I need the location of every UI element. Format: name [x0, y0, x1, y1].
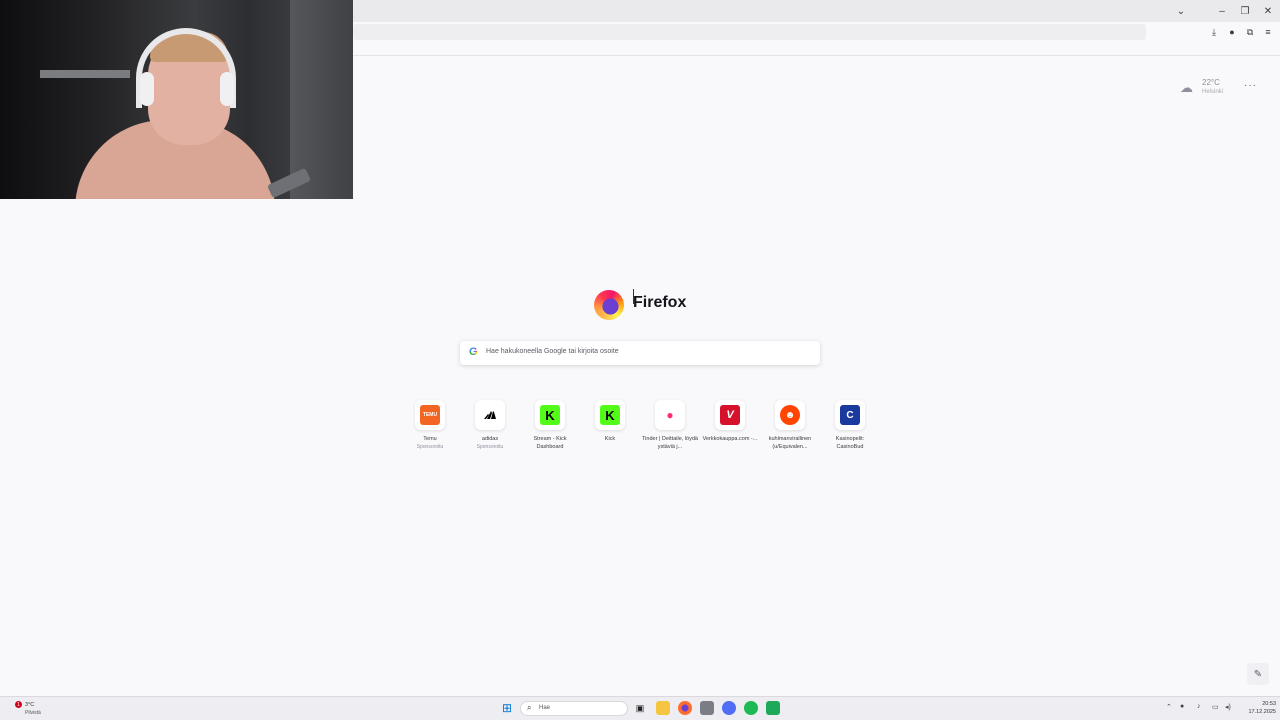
top-site-tile: C — [835, 400, 865, 430]
top-site-tile: K — [535, 400, 565, 430]
firefox-globe-icon — [594, 290, 624, 320]
volume-icon[interactable]: ◂) — [1225, 703, 1231, 711]
taskbar-weather-temp: 3°C — [25, 702, 35, 708]
messenger-icon[interactable] — [722, 701, 736, 715]
downloads-icon[interactable]: ⤓ — [1208, 26, 1220, 38]
taskbar-date: 17.12.2025 — [1248, 709, 1276, 715]
search-icon: ⌕ — [527, 703, 532, 712]
url-bar[interactable] — [353, 24, 1146, 40]
top-site-temu[interactable]: TEMU Temu Sponsoroitu — [402, 400, 458, 452]
top-site-kick-dashboard[interactable]: K Stream - Kick Dashboard — [522, 400, 578, 452]
casinobud-icon: C — [840, 405, 860, 425]
top-site-title: Temu — [423, 436, 437, 442]
top-site-kick[interactable]: K Kick — [582, 400, 638, 452]
top-site-tile: ● — [655, 400, 685, 430]
top-site-casinobud[interactable]: C Kasinopelit: CasinoBud — [822, 400, 878, 452]
top-site-title: Stream - Kick Dashboard — [533, 436, 567, 450]
top-site-title: kuhlmanvirallinen (u/Equivalen... — [768, 436, 812, 450]
weather-alert-badge: 1 — [15, 701, 22, 708]
firefox-taskbar-icon[interactable] — [678, 701, 692, 715]
chevron-up-icon[interactable]: ⌃ — [1166, 703, 1172, 711]
tray-app-icon[interactable]: ● — [1180, 703, 1184, 710]
adidas-icon — [480, 405, 500, 425]
text-cursor — [633, 289, 634, 304]
top-site-tinder[interactable]: ● Tinder | Deittaile, löydä ystäviä j... — [642, 400, 698, 452]
more-options-icon[interactable]: ··· — [1244, 80, 1257, 91]
cloud-sun-icon: ☁ — [1180, 80, 1193, 95]
display-icon[interactable]: ▭ — [1212, 703, 1219, 711]
webcam-overlay — [0, 0, 353, 199]
weather-widget[interactable]: ☁ 22°C Helsinki — [1178, 76, 1238, 100]
task-view-icon[interactable]: ▣ — [633, 701, 647, 715]
taskbar-weather[interactable]: 1 3°C Pilvistä — [10, 700, 70, 718]
kick-icon: K — [600, 405, 620, 425]
minimize-button[interactable]: – — [1215, 4, 1229, 18]
taskbar-search-label: Hae — [539, 705, 551, 711]
file-explorer-icon[interactable] — [656, 701, 670, 715]
top-site-tile — [475, 400, 505, 430]
close-window-button[interactable]: ✕ — [1261, 4, 1275, 18]
top-site-sponsored: Sponsoroitu — [476, 444, 504, 450]
top-site-tile: ☻ — [775, 400, 805, 430]
top-site-title: Kasinopelit: CasinoBud — [835, 436, 865, 450]
app-green-icon[interactable] — [766, 701, 780, 715]
taskbar-weather-condition: Pilvistä — [25, 710, 41, 716]
search-box[interactable]: G Hae hakukoneella Google tai kirjoita o… — [460, 341, 820, 365]
top-site-verkkokauppa[interactable]: V Verkkokauppa.com -... — [702, 400, 758, 452]
reddit-icon: ☻ — [780, 405, 800, 425]
top-site-title: Tinder | Deittaile, löydä ystäviä j... — [642, 436, 698, 450]
top-site-tile: K — [595, 400, 625, 430]
top-site-title: Verkkokauppa.com -... — [702, 436, 758, 442]
top-site-tile: V — [715, 400, 745, 430]
kick-icon: K — [540, 405, 560, 425]
top-site-sponsored: Sponsoroitu — [416, 444, 444, 450]
windows-taskbar: 1 3°C Pilvistä ⊞ ⌕ Hae ▣ ⌃ ● ♪ ▭ ◂) 20:5… — [0, 696, 1280, 720]
firefox-logo: Firefox — [592, 288, 692, 322]
verkkokauppa-icon: V — [720, 405, 740, 425]
restore-button[interactable]: ❐ — [1238, 4, 1252, 18]
tab-list-chevron-icon[interactable]: ⌄ — [1174, 4, 1188, 18]
windows-start-icon[interactable]: ⊞ — [500, 701, 514, 715]
google-icon: G — [469, 346, 481, 358]
weather-temperature: 22°C — [1202, 78, 1220, 87]
extensions-icon[interactable]: ⧉ — [1244, 26, 1256, 38]
search-placeholder: Hae hakukoneella Google tai kirjoita oso… — [486, 348, 619, 355]
firefox-wordmark: Firefox — [633, 294, 687, 311]
top-site-reddit[interactable]: ☻ kuhlmanvirallinen (u/Equivalen... — [762, 400, 818, 452]
weather-city: Helsinki — [1202, 89, 1224, 95]
top-site-tile: TEMU — [415, 400, 445, 430]
taskbar-time: 20:53 — [1262, 701, 1276, 707]
tinder-flame-icon: ● — [660, 405, 680, 425]
account-icon[interactable]: ● — [1226, 26, 1238, 38]
microphone-icon[interactable]: ♪ — [1197, 703, 1201, 710]
taskbar-search[interactable]: ⌕ Hae — [520, 701, 628, 716]
top-site-title: Kick — [604, 436, 616, 442]
customize-pencil-icon[interactable]: ✎ — [1247, 663, 1269, 685]
temu-icon: TEMU — [420, 405, 440, 425]
top-site-title: adidas — [481, 436, 499, 442]
top-site-adidas[interactable]: adidas Sponsoroitu — [462, 400, 518, 452]
app-menu-icon[interactable]: ≡ — [1262, 26, 1274, 38]
taskbar-clock[interactable]: 20:53 17.12.2025 — [1236, 700, 1276, 716]
spotify-icon[interactable] — [744, 701, 758, 715]
app-icon[interactable] — [700, 701, 714, 715]
